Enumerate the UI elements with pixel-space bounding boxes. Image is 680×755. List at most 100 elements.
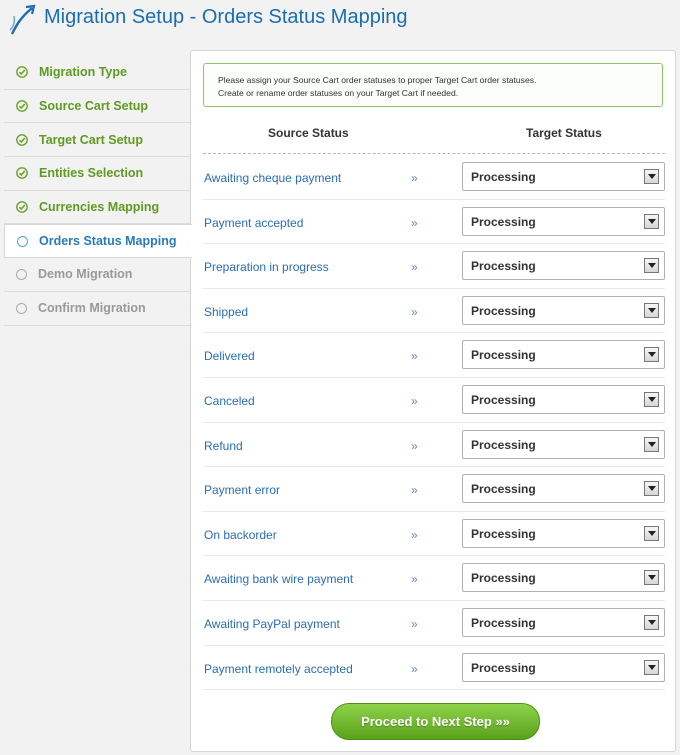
step-item[interactable]: Orders Status Mapping	[4, 224, 192, 259]
target-status-value: Processing	[471, 571, 536, 586]
dropdown-arrow-icon[interactable]	[644, 213, 659, 229]
step-item[interactable]: Entities Selection	[4, 157, 190, 191]
map-arrow-icon: »	[411, 393, 418, 408]
step-label: Migration Type	[39, 65, 127, 80]
dropdown-arrow-icon[interactable]	[644, 436, 659, 452]
target-status-value: Processing	[471, 526, 536, 541]
header-divider	[203, 153, 665, 154]
step-label: Confirm Migration	[38, 301, 146, 316]
check-icon	[16, 167, 28, 180]
source-status-link[interactable]: Awaiting cheque payment	[204, 171, 341, 185]
dropdown-arrow-icon[interactable]	[644, 258, 659, 274]
target-status-select[interactable]: Processing	[462, 295, 665, 325]
target-status-value: Processing	[471, 660, 536, 675]
source-status-link[interactable]: Payment error	[204, 483, 280, 497]
mapping-row: Payment remotely accepted » Processing	[203, 646, 665, 691]
target-status-select[interactable]: Processing	[462, 251, 665, 281]
dropdown-arrow-icon[interactable]	[644, 614, 659, 630]
dropdown-arrow-icon[interactable]	[644, 169, 659, 184]
page-header: Migration Setup - Orders Status Mapping	[0, 0, 680, 42]
target-status-select[interactable]: Processing	[462, 384, 665, 414]
step-item[interactable]: Migration Type	[4, 56, 190, 90]
target-status-value: Processing	[471, 392, 536, 407]
step-item[interactable]: Target Cart Setup	[4, 123, 190, 158]
source-status-link[interactable]: Payment remotely accepted	[204, 662, 353, 676]
mapping-row: Canceled » Processing	[203, 378, 665, 423]
mapping-row: Awaiting bank wire payment » Processing	[203, 556, 665, 601]
map-arrow-icon: »	[411, 572, 418, 587]
step-label: Target Cart Setup	[39, 132, 143, 147]
source-status-link[interactable]: On backorder	[204, 528, 277, 542]
dropdown-arrow-icon[interactable]	[644, 481, 659, 497]
mapping-row: Awaiting cheque payment » Processing	[203, 155, 665, 200]
source-status-link[interactable]: Shipped	[204, 305, 248, 319]
target-status-select[interactable]: Processing	[462, 474, 665, 504]
target-status-select[interactable]: Processing	[462, 518, 665, 548]
map-arrow-icon: »	[411, 483, 418, 498]
check-icon	[16, 201, 28, 213]
step-label: Orders Status Mapping	[39, 234, 177, 249]
logo-icon	[9, 4, 36, 35]
step-item[interactable]: Confirm Migration	[4, 292, 190, 326]
dropdown-arrow-icon[interactable]	[644, 347, 659, 363]
source-status-link[interactable]: Refund	[204, 439, 243, 453]
mapping-rows: Awaiting cheque payment» Processing Paymen…	[203, 155, 665, 691]
target-status-select[interactable]: Processing	[462, 206, 665, 236]
mapping-row: On backorder » Processing	[203, 512, 665, 557]
source-status-link[interactable]: Awaiting bank wire payment	[204, 572, 353, 586]
target-status-value: Processing	[471, 214, 536, 229]
target-status-value: Processing	[471, 348, 536, 363]
dropdown-arrow-icon[interactable]	[644, 302, 659, 318]
step-label: Demo Migration	[38, 267, 133, 282]
page-title: Migration Setup - Orders Status Mapping	[44, 6, 408, 28]
steps-sidebar: Migration Type Source Cart Setup Target Ca…	[4, 56, 192, 326]
step-label: Source Cart Setup	[39, 99, 149, 114]
step-label: Entities Selection	[39, 166, 144, 181]
mapping-row: Payment error » Processing	[203, 467, 665, 512]
source-status-link[interactable]: Preparation in progress	[204, 260, 329, 274]
target-status-select[interactable]: Processing	[462, 162, 665, 191]
proceed-next-step-button[interactable]: Proceed to Next Step »»	[331, 703, 540, 740]
map-arrow-icon: »	[411, 438, 418, 453]
check-icon	[16, 133, 28, 146]
step-item[interactable]: Demo Migration	[4, 258, 190, 292]
circle-icon	[17, 235, 28, 247]
notice-line-2: Create or rename order statuses on your …	[218, 88, 459, 98]
target-status-select[interactable]: Processing	[462, 340, 665, 370]
target-status-select[interactable]: Processing	[462, 563, 665, 593]
target-status-select[interactable]: Processing	[462, 652, 665, 682]
step-item[interactable]: Source Cart Setup	[4, 90, 190, 124]
target-status-value: Processing	[471, 437, 536, 452]
dropdown-arrow-icon[interactable]	[644, 391, 659, 407]
mapping-row: Shipped » Processing	[203, 289, 665, 334]
target-status-value: Processing	[471, 482, 536, 497]
mapping-row: Delivered » Processing	[203, 333, 665, 378]
source-status-link[interactable]: Awaiting PayPal payment	[204, 617, 340, 631]
mapping-panel: Please assign your Source Cart order sta…	[190, 50, 676, 752]
mapping-row: Payment accepted » Processing	[203, 200, 665, 245]
source-status-link[interactable]: Canceled	[204, 394, 255, 408]
target-status-value: Processing	[471, 170, 536, 184]
target-status-select[interactable]: Processing	[462, 607, 665, 637]
mapping-row: Refund » Processing	[203, 423, 665, 468]
target-status-value: Processing	[471, 615, 536, 630]
dropdown-arrow-icon[interactable]	[644, 659, 659, 675]
circle-icon	[16, 268, 27, 280]
source-status-link[interactable]: Payment accepted	[204, 216, 303, 230]
dropdown-arrow-icon[interactable]	[644, 525, 659, 541]
map-arrow-icon: »	[411, 260, 418, 275]
dropdown-arrow-icon[interactable]	[644, 570, 659, 586]
instruction-notice: Please assign your Source Cart order sta…	[203, 63, 663, 107]
notice-line-1: Please assign your Source Cart order sta…	[218, 75, 537, 85]
source-status-link[interactable]: Delivered	[204, 349, 255, 363]
map-arrow-icon: »	[411, 171, 418, 185]
target-status-value: Processing	[471, 259, 536, 274]
source-status-header: Source Status	[268, 126, 349, 140]
circle-icon	[16, 302, 27, 314]
map-arrow-icon: »	[411, 304, 418, 319]
target-status-value: Processing	[471, 303, 536, 318]
step-label: Currencies Mapping	[39, 200, 160, 215]
step-item[interactable]: Currencies Mapping	[4, 191, 190, 225]
mapping-row: Awaiting PayPal payment » Processing	[203, 601, 665, 646]
target-status-select[interactable]: Processing	[462, 429, 665, 459]
